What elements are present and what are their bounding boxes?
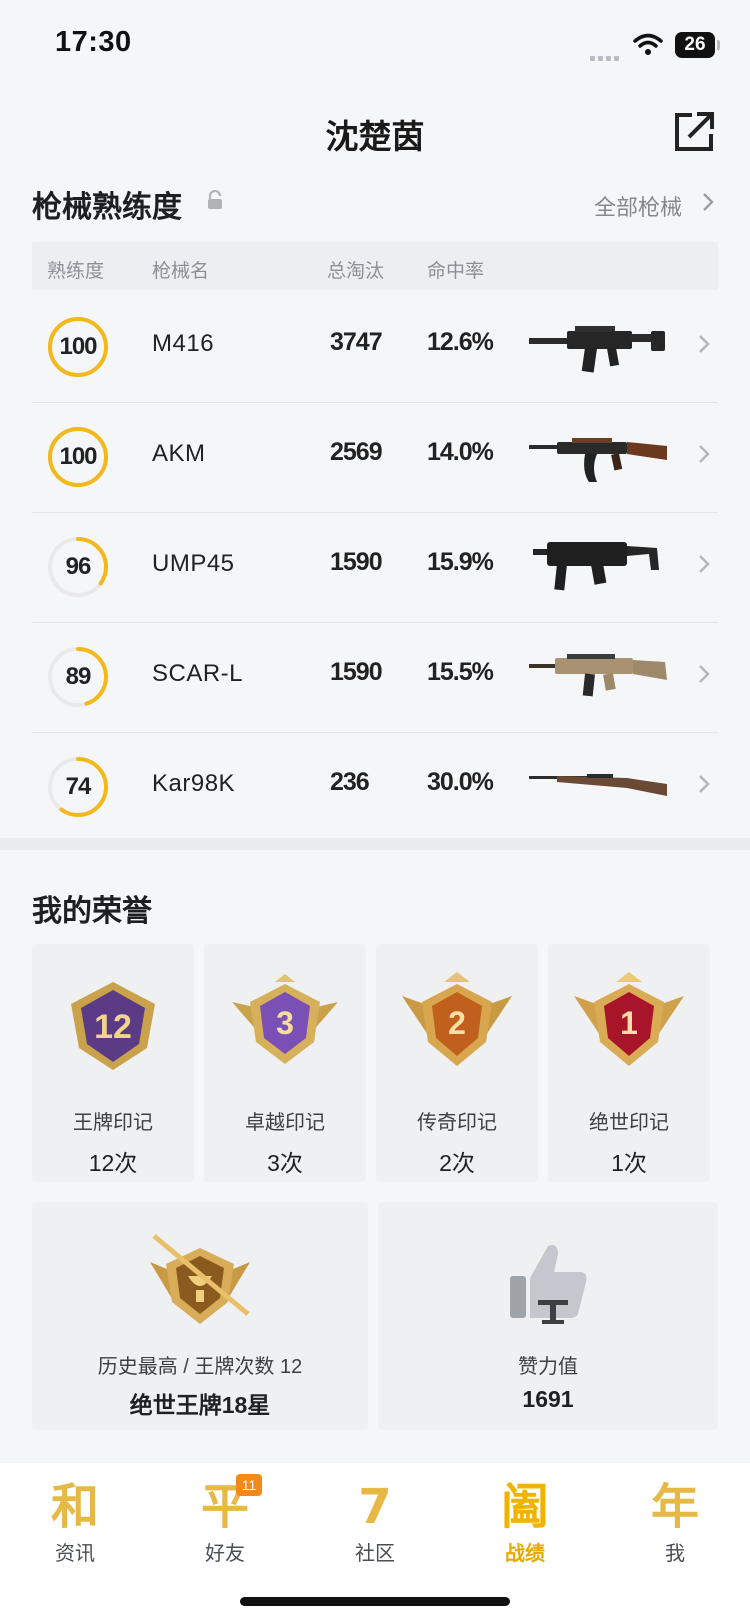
tab-news-icon[interactable]: 和 <box>45 1478 105 1536</box>
gun-name: Kar98K <box>152 770 236 797</box>
legend-medal-icon: 2 <box>402 972 512 1066</box>
medal-card-peerless[interactable]: 1 绝世印记 1次 <box>548 944 710 1182</box>
gun-kills: 2569 <box>330 438 383 466</box>
tab-records-icon[interactable]: 阖 <box>495 1478 555 1536</box>
gun-kills: 1590 <box>330 658 383 686</box>
medal-count: 3次 <box>267 1150 303 1176</box>
chevron-right-icon[interactable] <box>698 442 710 471</box>
medal-number: 2 <box>448 1005 466 1041</box>
thumbs-up-icon <box>510 1245 587 1324</box>
gun-kills: 3747 <box>330 328 383 356</box>
status-time: 17:30 <box>55 26 132 58</box>
akm-rifle-icon <box>529 438 667 482</box>
likes-card[interactable]: 赞力值 1691 <box>378 1202 718 1430</box>
all-guns-link[interactable]: 全部枪械 <box>594 190 682 222</box>
lock-icon[interactable] <box>206 189 224 215</box>
wifi-icon <box>633 33 663 62</box>
chevron-right-icon[interactable] <box>698 772 710 801</box>
tab-me-label[interactable]: 我 <box>625 1537 725 1566</box>
m416-rifle-icon <box>529 326 665 373</box>
likes-label: 赞力值 <box>518 1356 578 1378</box>
medal-card-legend[interactable]: 2 传奇印记 2次 <box>376 944 538 1182</box>
cellular-signal-icon <box>590 48 626 61</box>
medal-card-ace[interactable]: 12 王牌印记 12次 <box>32 944 194 1182</box>
peerless-medal-icon: 1 <box>574 972 684 1066</box>
column-accuracy: 命中率 <box>427 261 485 282</box>
guns-section-title: 枪械熟练度 <box>32 191 182 224</box>
highest-rank-label: 历史最高 / 王牌次数 12 <box>97 1356 303 1378</box>
likes-value: 1691 <box>522 1386 574 1412</box>
gun-name: M416 <box>152 330 215 357</box>
medal-label: 王牌印记 <box>73 1112 153 1134</box>
page-title: 沈楚茵 <box>325 118 425 155</box>
gun-name: SCAR-L <box>152 660 244 687</box>
tab-news-label[interactable]: 资讯 <box>25 1537 125 1566</box>
battery-icon: 26 <box>675 32 720 58</box>
gun-row-m416[interactable]: 100 M416 3747 12.6% <box>32 292 718 403</box>
gun-name: UMP45 <box>152 550 235 577</box>
rank-trophy-icon <box>150 1234 250 1324</box>
tab-community-icon[interactable]: 7 <box>345 1478 405 1536</box>
chevron-right-icon[interactable] <box>698 552 710 581</box>
gun-accuracy: 12.6% <box>427 328 494 356</box>
mastery-value: 74 <box>65 773 92 800</box>
medal-count: 2次 <box>439 1150 475 1176</box>
notification-badge: 11 <box>236 1474 262 1496</box>
gun-accuracy: 15.9% <box>427 548 494 576</box>
share-icon[interactable] <box>672 110 716 154</box>
medal-count: 12次 <box>88 1150 138 1176</box>
kar98k-rifle-icon <box>529 774 667 796</box>
chevron-right-icon[interactable] <box>698 332 710 361</box>
home-indicator[interactable] <box>240 1597 510 1606</box>
mastery-value: 100 <box>59 443 97 470</box>
gun-row-kar98k[interactable]: 74 Kar98K 236 30.0% <box>32 732 718 842</box>
honor-section-title: 我的荣誉 <box>32 895 152 928</box>
excellent-medal-icon: 3 <box>232 974 338 1064</box>
medal-label: 绝世印记 <box>589 1112 669 1134</box>
gun-name: AKM <box>152 440 206 467</box>
gun-kills: 236 <box>330 768 370 796</box>
medal-number: 1 <box>620 1005 638 1041</box>
column-mastery: 熟练度 <box>47 261 105 282</box>
mastery-value: 89 <box>65 663 92 690</box>
gun-row-akm[interactable]: 100 AKM 2569 14.0% <box>32 402 718 513</box>
column-gun-name: 枪械名 <box>152 261 210 282</box>
medal-label: 卓越印记 <box>245 1112 325 1134</box>
medal-number: 12 <box>94 1008 132 1046</box>
tab-friends-label[interactable]: 好友 <box>175 1537 275 1566</box>
gun-row-ump45[interactable]: 96 UMP45 1590 15.9% <box>32 512 718 623</box>
section-divider <box>0 838 750 850</box>
chevron-right-icon[interactable] <box>698 662 710 691</box>
tab-records-label[interactable]: 战绩 <box>475 1537 575 1566</box>
tab-community-label[interactable]: 社区 <box>325 1537 425 1566</box>
gun-kills: 1590 <box>330 548 383 576</box>
ace-medal-icon: 12 <box>71 982 155 1070</box>
medal-card-excellent[interactable]: 3 卓越印记 3次 <box>204 944 366 1182</box>
tab-me-icon[interactable]: 年 <box>645 1478 705 1536</box>
medal-count: 1次 <box>611 1150 647 1176</box>
mastery-value: 96 <box>65 553 92 580</box>
mastery-value: 100 <box>59 333 97 360</box>
highest-rank-value: 绝世王牌18星 <box>129 1392 271 1418</box>
chevron-right-icon[interactable] <box>702 190 714 219</box>
gun-accuracy: 30.0% <box>427 768 494 796</box>
highest-rank-card[interactable]: 历史最高 / 王牌次数 12 绝世王牌18星 <box>32 1202 368 1430</box>
medal-label: 传奇印记 <box>417 1112 497 1134</box>
gun-accuracy: 15.5% <box>427 658 494 686</box>
gun-accuracy: 14.0% <box>427 438 494 466</box>
medal-number: 3 <box>276 1005 294 1041</box>
gun-row-scar-l[interactable]: 89 SCAR-L 1590 15.5% <box>32 622 718 733</box>
column-kills: 总淘汰 <box>327 261 385 282</box>
scar-l-rifle-icon <box>529 654 667 697</box>
ump45-smg-icon <box>533 542 659 591</box>
